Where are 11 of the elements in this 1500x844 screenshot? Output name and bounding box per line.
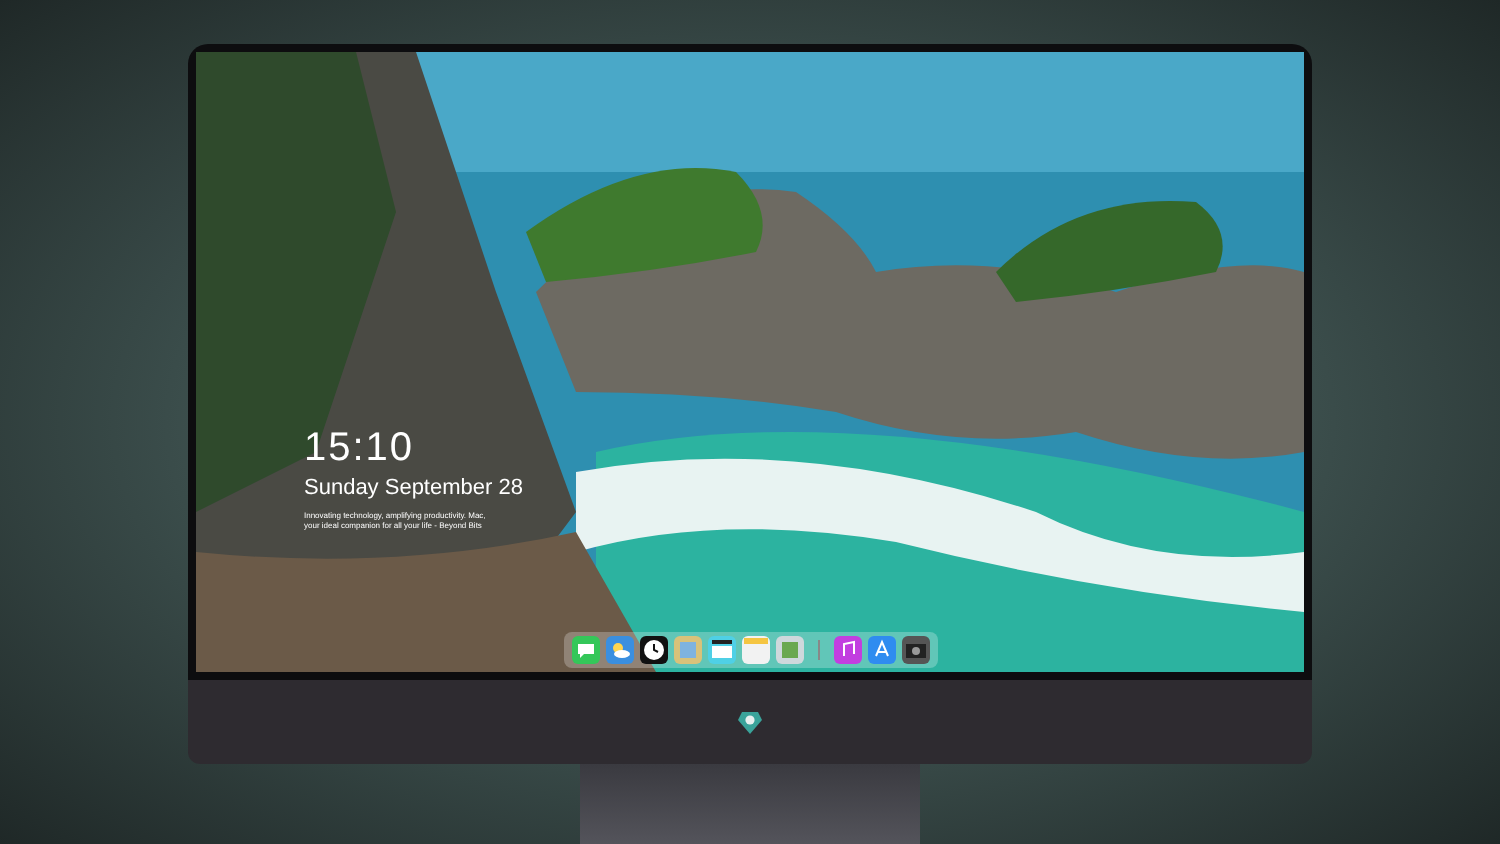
messages-app-icon[interactable] [571, 636, 599, 664]
clock-time: 15:10 [304, 424, 415, 472]
store-app-icon[interactable] [867, 636, 895, 664]
weather-app-icon[interactable] [605, 636, 633, 664]
clips-app-icon[interactable] [707, 636, 735, 664]
camera-app-icon[interactable] [901, 636, 929, 664]
date-text: Sunday September 28 [304, 474, 523, 504]
diamond-logo-icon [736, 708, 764, 736]
clock-app-icon[interactable] [639, 636, 667, 664]
photos-app-icon[interactable] [775, 636, 803, 664]
music-app-icon[interactable] [833, 636, 861, 664]
